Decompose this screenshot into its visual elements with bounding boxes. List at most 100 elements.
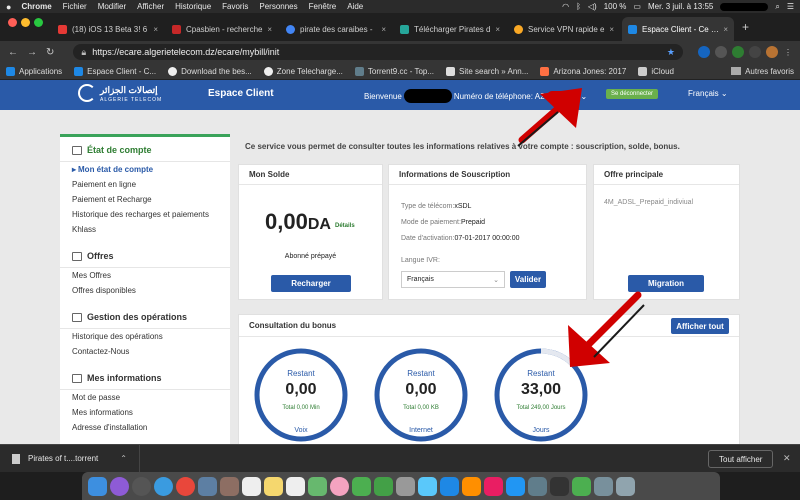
sidebar-item-paiement-et-recharge[interactable]: Paiement et Recharge — [60, 192, 230, 207]
tab-vpn[interactable]: Service VPN rapide e × — [508, 17, 620, 41]
download-item[interactable]: Pirates of t....torrent ⌃ — [0, 445, 140, 472]
mail-icon[interactable] — [198, 476, 217, 496]
window-close-button[interactable] — [8, 18, 17, 27]
launchpad-icon[interactable] — [132, 476, 151, 496]
maps-icon[interactable] — [308, 476, 327, 496]
bookmark-star-icon[interactable]: ★ — [667, 47, 675, 58]
menu-afficher[interactable]: Afficher — [137, 2, 164, 11]
menu-personnes[interactable]: Personnes — [259, 2, 297, 11]
bookmark-arizona-jones[interactable]: Arizona Jones: 2017 — [540, 66, 626, 76]
language-selector[interactable]: Français ⌄ — [688, 89, 728, 98]
tab-close-icon[interactable]: × — [723, 25, 728, 34]
wifi-icon[interactable]: ◠ — [562, 2, 569, 11]
apple-icon[interactable]: ● — [6, 2, 11, 12]
tab-youtube[interactable]: (18) iOS 13 Beta 3! 6 × — [52, 17, 164, 41]
system-preferences-icon[interactable] — [528, 476, 547, 496]
menu-modifier[interactable]: Modifier — [98, 2, 126, 11]
calendar-icon[interactable] — [242, 476, 261, 496]
app-icon[interactable] — [440, 476, 459, 496]
bookmark-site-search[interactable]: Site search » Ann... — [446, 66, 528, 76]
trash-icon[interactable] — [616, 476, 635, 496]
utorrent-icon[interactable] — [572, 476, 591, 496]
profile-avatar[interactable] — [766, 46, 778, 58]
menubar-clock[interactable]: Mer. 3 juil. à 13:55 — [648, 2, 713, 11]
sidebar-item-historique-recharges[interactable]: Historique des recharges et paiements — [60, 207, 230, 222]
tab-close-icon[interactable]: × — [381, 25, 386, 34]
bookmark-espace-client[interactable]: Espace Client - C... — [74, 66, 156, 76]
menu-favoris[interactable]: Favoris — [222, 2, 248, 11]
volume-icon[interactable]: ◁) — [588, 2, 597, 11]
sidebar-item-mes-informations[interactable]: Mes informations — [60, 405, 230, 420]
sidebar-item-offres-disponibles[interactable]: Offres disponibles — [60, 283, 230, 298]
sidebar-item-mon-etat-de-compte[interactable]: Mon état de compte — [60, 162, 230, 177]
ivr-language-select[interactable]: Français ⌄ — [401, 271, 505, 288]
safari-icon[interactable] — [154, 476, 173, 496]
app-icon[interactable] — [418, 476, 437, 496]
extension-icon[interactable] — [698, 46, 710, 58]
sidebar-item-paiement-en-ligne[interactable]: Paiement en ligne — [60, 177, 230, 192]
contacts-icon[interactable] — [220, 476, 239, 496]
chrome-icon[interactable] — [176, 476, 195, 496]
notes-icon[interactable] — [264, 476, 283, 496]
battery-percent[interactable]: 100 % — [604, 2, 627, 11]
sidebar-item-mes-offres[interactable]: Mes Offres — [60, 268, 230, 283]
forward-icon[interactable]: → — [27, 47, 37, 58]
tab-espace-client[interactable]: Espace Client - Ce se × — [622, 17, 734, 41]
window-zoom-button[interactable] — [34, 18, 43, 27]
close-icon[interactable]: ✕ — [783, 453, 791, 464]
facetime-icon[interactable] — [374, 476, 393, 496]
photo-booth-icon[interactable] — [396, 476, 415, 496]
itunes-icon[interactable] — [484, 476, 503, 496]
lock-icon[interactable]: 🔒︎ — [81, 47, 86, 58]
terminal-icon[interactable] — [550, 476, 569, 496]
show-all-downloads-button[interactable]: Tout afficher — [708, 450, 774, 468]
menu-fenetre[interactable]: Fenêtre — [309, 2, 337, 11]
messages-icon[interactable] — [352, 476, 371, 496]
bookmark-icloud[interactable]: iCloud — [638, 66, 674, 76]
menu-historique[interactable]: Historique — [175, 2, 211, 11]
siri-icon[interactable] — [110, 476, 129, 496]
menu-kebab-icon[interactable]: ⋮ — [784, 48, 792, 57]
notification-center-icon[interactable]: ☰ — [787, 2, 794, 11]
tab-telecharger[interactable]: Télécharger Pirates d × — [394, 17, 506, 41]
menu-fichier[interactable]: Fichier — [63, 2, 87, 11]
spotlight-icon[interactable]: ⌕ — [775, 2, 779, 12]
bookmark-download[interactable]: Download the bes... — [168, 66, 252, 76]
valider-button[interactable]: Valider — [510, 271, 546, 288]
back-icon[interactable]: ← — [8, 47, 18, 58]
balance-details-link[interactable]: Détails — [335, 223, 355, 229]
tab-close-icon[interactable]: × — [153, 25, 158, 34]
photos-icon[interactable] — [330, 476, 349, 496]
bluetooth-icon[interactable]: ᛒ — [576, 2, 581, 11]
tab-close-icon[interactable]: × — [495, 25, 500, 34]
reminders-icon[interactable] — [286, 476, 305, 496]
url-bar[interactable]: 🔒︎ https://ecare.algerietelecom.dz/ecare… — [73, 44, 683, 60]
afficher-tout-button[interactable]: Afficher tout — [671, 318, 729, 334]
sidebar-item-adresse-installation[interactable]: Adresse d'installation — [60, 420, 230, 435]
vlc-icon[interactable] — [462, 476, 481, 496]
algerie-telecom-logo[interactable]: إتصالات الجزائر ALGERIE TELECOM — [78, 82, 170, 106]
extension-icon[interactable] — [749, 46, 761, 58]
url-text[interactable]: https://ecare.algerietelecom.dz/ecare/my… — [92, 47, 279, 57]
new-tab-button[interactable]: + — [742, 20, 749, 34]
sidebar-item-khlass[interactable]: Khlass — [60, 222, 230, 237]
menu-app-name[interactable]: Chrome — [21, 2, 51, 11]
sidebar-item-historique-operations[interactable]: Historique des opérations — [60, 329, 230, 344]
sidebar-item-mot-de-passe[interactable]: Mot de passe — [60, 390, 230, 405]
app-store-icon[interactable] — [506, 476, 525, 496]
recharger-button[interactable]: Recharger — [271, 275, 351, 292]
extension-icon[interactable] — [732, 46, 744, 58]
tab-close-icon[interactable]: × — [267, 25, 272, 34]
window-minimize-button[interactable] — [21, 18, 30, 27]
folder-icon[interactable] — [594, 476, 613, 496]
bookmark-torrent9[interactable]: Torrent9.cc - Top... — [354, 66, 434, 76]
extension-icon[interactable] — [715, 46, 727, 58]
menu-aide[interactable]: Aide — [347, 2, 363, 11]
tab-google-search[interactable]: pirate des caraibes - × — [280, 17, 392, 41]
sidebar-item-contactez-nous[interactable]: Contactez-Nous — [60, 344, 230, 359]
chevron-up-icon[interactable]: ⌃ — [120, 454, 127, 463]
reload-icon[interactable]: ↻ — [46, 47, 54, 58]
bookmark-zone-telecharge[interactable]: Zone Telecharge... — [263, 66, 343, 76]
bookmark-applications[interactable]: Applications — [6, 66, 62, 76]
tab-close-icon[interactable]: × — [609, 25, 614, 34]
